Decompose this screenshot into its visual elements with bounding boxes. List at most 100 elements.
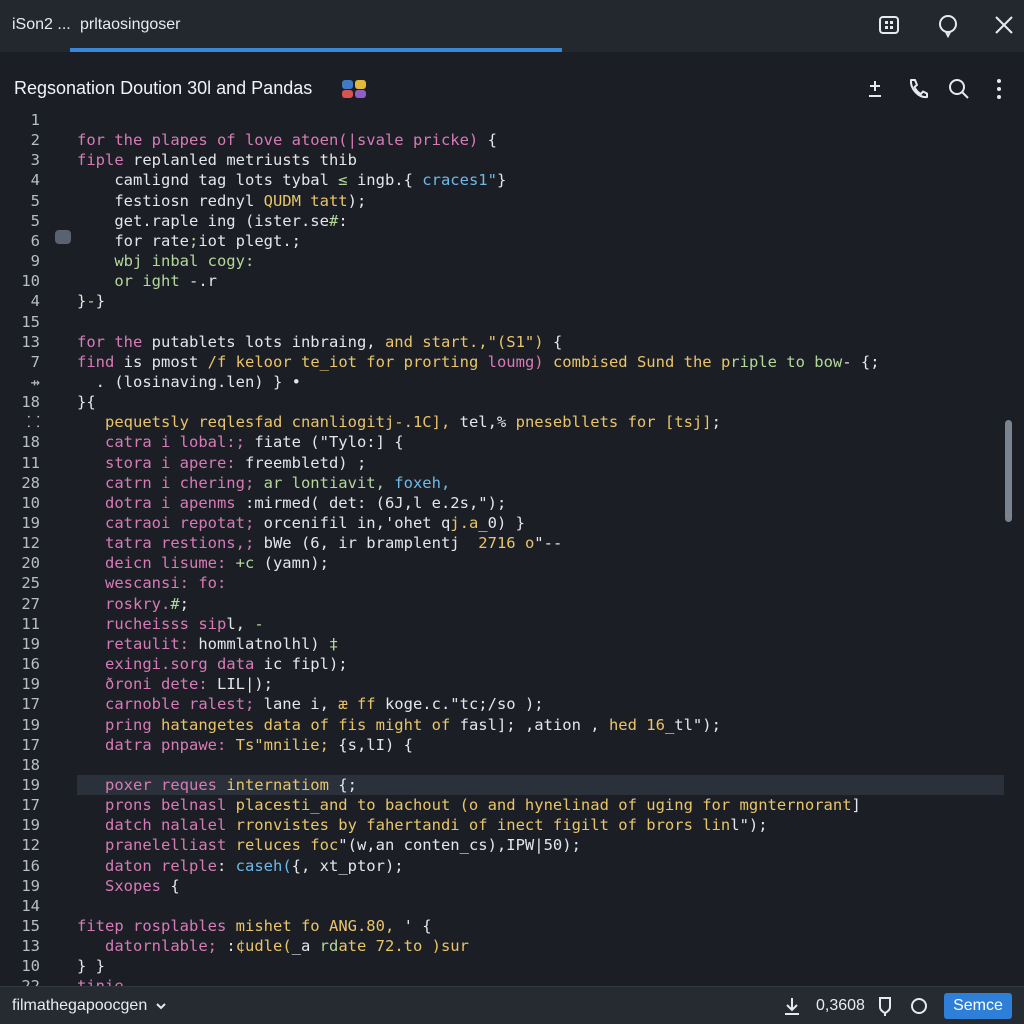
code-line[interactable]: 18 catra i lobal:; fiate ("Tylo:] { [0, 432, 1004, 452]
code-line[interactable]: 19 retaulit: hommlatnolhl) ‡ [0, 634, 1004, 654]
code-text: poxer reques internatiom {; [77, 775, 357, 795]
code-token: { [552, 332, 563, 351]
code-token: prons belnasl [77, 796, 236, 815]
vertical-scrollbar[interactable] [1005, 420, 1012, 522]
code-line[interactable]: 17 prons belnasl placesti_and to bachout… [0, 795, 1004, 815]
code-line[interactable]: 17 carnoble ralest; lane i, æ ff koge.c.… [0, 694, 1004, 714]
code-editor[interactable]: 1 2 for the plapes of love atoen(|svale pr… [0, 110, 1024, 995]
code-line[interactable]: 20 deicn lisume: +c (yamn); [0, 553, 1004, 573]
code-token: catraoi repotat; [77, 514, 264, 532]
branch-selector[interactable]: filmathegapoocgen [12, 997, 168, 1015]
code-token: or ight [77, 272, 189, 291]
code-line[interactable]: 10 or ight -.r [0, 271, 1004, 291]
code-token: Ts"mnilie; [235, 735, 339, 754]
line-number: 19 [21, 876, 40, 895]
shield-icon[interactable] [874, 995, 896, 1017]
code-line[interactable]: 15 fitep rosplables mishet fo ANG.80, ' { [0, 916, 1004, 936]
code-token: (yamn); [254, 554, 329, 573]
chat-bubble-icon[interactable] [935, 12, 961, 39]
line-number: 19 [21, 775, 40, 794]
search-icon[interactable] [946, 76, 972, 102]
more-vertical-icon[interactable] [986, 76, 1012, 102]
document-title: Regsonation Doution 30l and Pandas [14, 78, 313, 98]
line-number: 16 [21, 856, 40, 875]
code-line[interactable]: 4}-} [0, 291, 1004, 311]
code-token: hatangetes data [161, 715, 311, 734]
code-token: ; [188, 231, 199, 250]
status-value: 0,3608 [816, 997, 865, 1014]
tab-active[interactable]: prltaosingoser [80, 16, 181, 34]
code-line[interactable]: 16 exingi.sorg data ic fipl); [0, 654, 1004, 674]
code-token: deicn lisume: [77, 554, 236, 573]
app-tab-label[interactable]: iSon2 ... [12, 16, 71, 34]
code-line[interactable]: 18 [0, 755, 1004, 775]
code-token: fiate ("Tylo:] { [254, 433, 404, 452]
chevron-down-icon [155, 1003, 166, 1010]
code-line[interactable]: 27 roskry.#; [0, 594, 1004, 614]
code-line[interactable]: 4 camlignd tag lots tybal ≤ ingb.{ crace… [0, 170, 1004, 190]
circle-icon[interactable] [908, 995, 930, 1017]
code-text: get.raple ing (ister.se#: [77, 211, 347, 231]
code-line[interactable]: ⸬ pequetsly reqlesfad cnanliogitj-.1C], … [0, 412, 1004, 432]
code-line[interactable]: ⇸ . (losinaving.len) } • [0, 372, 1004, 392]
service-button[interactable]: Semce [944, 993, 1012, 1019]
code-line[interactable]: 28 catrn i chering; ar lontiavit, foxeh, [0, 473, 1004, 493]
code-line[interactable]: 5 festiosn rednyl QUDM tatt); [0, 191, 1004, 211]
line-number: 13 [21, 937, 40, 956]
code-line[interactable]: 6 for rate;iot plegt.; [0, 231, 1004, 251]
line-number: 18 [21, 433, 40, 452]
code-text: for rate;iot plegt.; [77, 231, 301, 251]
code-line[interactable]: 2 for the plapes of love atoen(|svale pri… [0, 130, 1004, 150]
code-token: LIL|); [216, 675, 273, 694]
code-line[interactable]: 15 [0, 312, 1004, 332]
code-line[interactable]: 3 fiple replanled metriusts thib [0, 150, 1004, 170]
code-line[interactable]: 10 dotra i apenms :mirmed( det: (6J,l e.… [0, 493, 1004, 513]
line-number: 13 [21, 332, 40, 351]
code-line[interactable]: 12 pranelelliast reluces foc"(w,an conte… [0, 835, 1004, 855]
code-token: loumg) [487, 352, 553, 371]
close-icon[interactable] [991, 12, 1017, 38]
download-icon[interactable] [781, 995, 803, 1017]
code-line[interactable]: 14 [0, 896, 1004, 916]
code-line[interactable]: 13 for the putablets lots inbraing, and s… [0, 332, 1004, 352]
phone-icon[interactable] [905, 76, 931, 102]
code-line[interactable]: 7 find is pmost /f keloor te_iot for pror… [0, 352, 1004, 372]
code-line[interactable]: 16 daton relple: caseh({, xt_ptor); [0, 856, 1004, 876]
code-text: deicn lisume: +c (yamn); [77, 553, 329, 573]
code-line[interactable]: 1 [0, 110, 1004, 130]
code-token: camlignd tag lots tybal [77, 171, 339, 190]
code-token: } [95, 292, 106, 311]
code-token: ate 72.to )sur [338, 937, 469, 956]
code-line[interactable]: 19 ðroni dete: LIL|); [0, 674, 1004, 694]
code-line[interactable]: 11 stora i apere: freembletd) ; [0, 453, 1004, 473]
code-token: }{ [77, 393, 96, 412]
code-token: daton relple [77, 856, 217, 875]
code-line[interactable]: 12 tatra restions,; bWe (6, ir bramplent… [0, 533, 1004, 553]
code-token: rd [319, 937, 339, 956]
grid-square-icon[interactable] [876, 12, 902, 38]
code-text: datch nalalel rronvistes by fahertandi o… [77, 815, 768, 835]
code-line[interactable]: 13 datornlable; :¢udle(_a rdate 72.to )s… [0, 936, 1004, 956]
code-line[interactable]: 25 wescansi: fo: [0, 573, 1004, 593]
code-token: wescansi: fo: [77, 574, 227, 593]
code-line[interactable]: 10} } [0, 956, 1004, 976]
line-number: 3 [30, 151, 40, 170]
code-token: tatra restions,; [77, 534, 264, 553]
code-token: {; [338, 775, 357, 794]
code-line[interactable]: 17 datra pnpawe: Ts"mnilie; {s,lI) { [0, 735, 1004, 755]
code-line[interactable]: 9 wbj inbal cogy: [0, 251, 1004, 271]
code-line-highlighted[interactable]: 19 poxer reques internatiom {; [21, 774, 1004, 795]
code-line[interactable]: 18}{ [0, 392, 1004, 412]
code-line[interactable]: 19 catraoi repotat; orcenifil in,'ohet q… [0, 513, 1004, 533]
code-line[interactable]: 11 rucheisss sipl, - [0, 614, 1004, 634]
code-line[interactable]: 5 get.raple ing (ister.se#: [0, 211, 1004, 231]
code-token: ' { [403, 917, 432, 935]
code-token: } [77, 292, 87, 311]
code-token: freembletd) ; [244, 453, 367, 472]
code-token: Sxopes [77, 876, 171, 895]
code-line[interactable]: 19 pring hatangetes data of fis might of… [0, 715, 1004, 735]
code-line[interactable]: 19 Sxopes { [0, 876, 1004, 896]
code-token: foxeh, [394, 473, 451, 492]
plus-minus-icon[interactable] [862, 76, 888, 102]
code-line[interactable]: 19 datch nalalel rronvistes by fahertand… [0, 815, 1004, 835]
